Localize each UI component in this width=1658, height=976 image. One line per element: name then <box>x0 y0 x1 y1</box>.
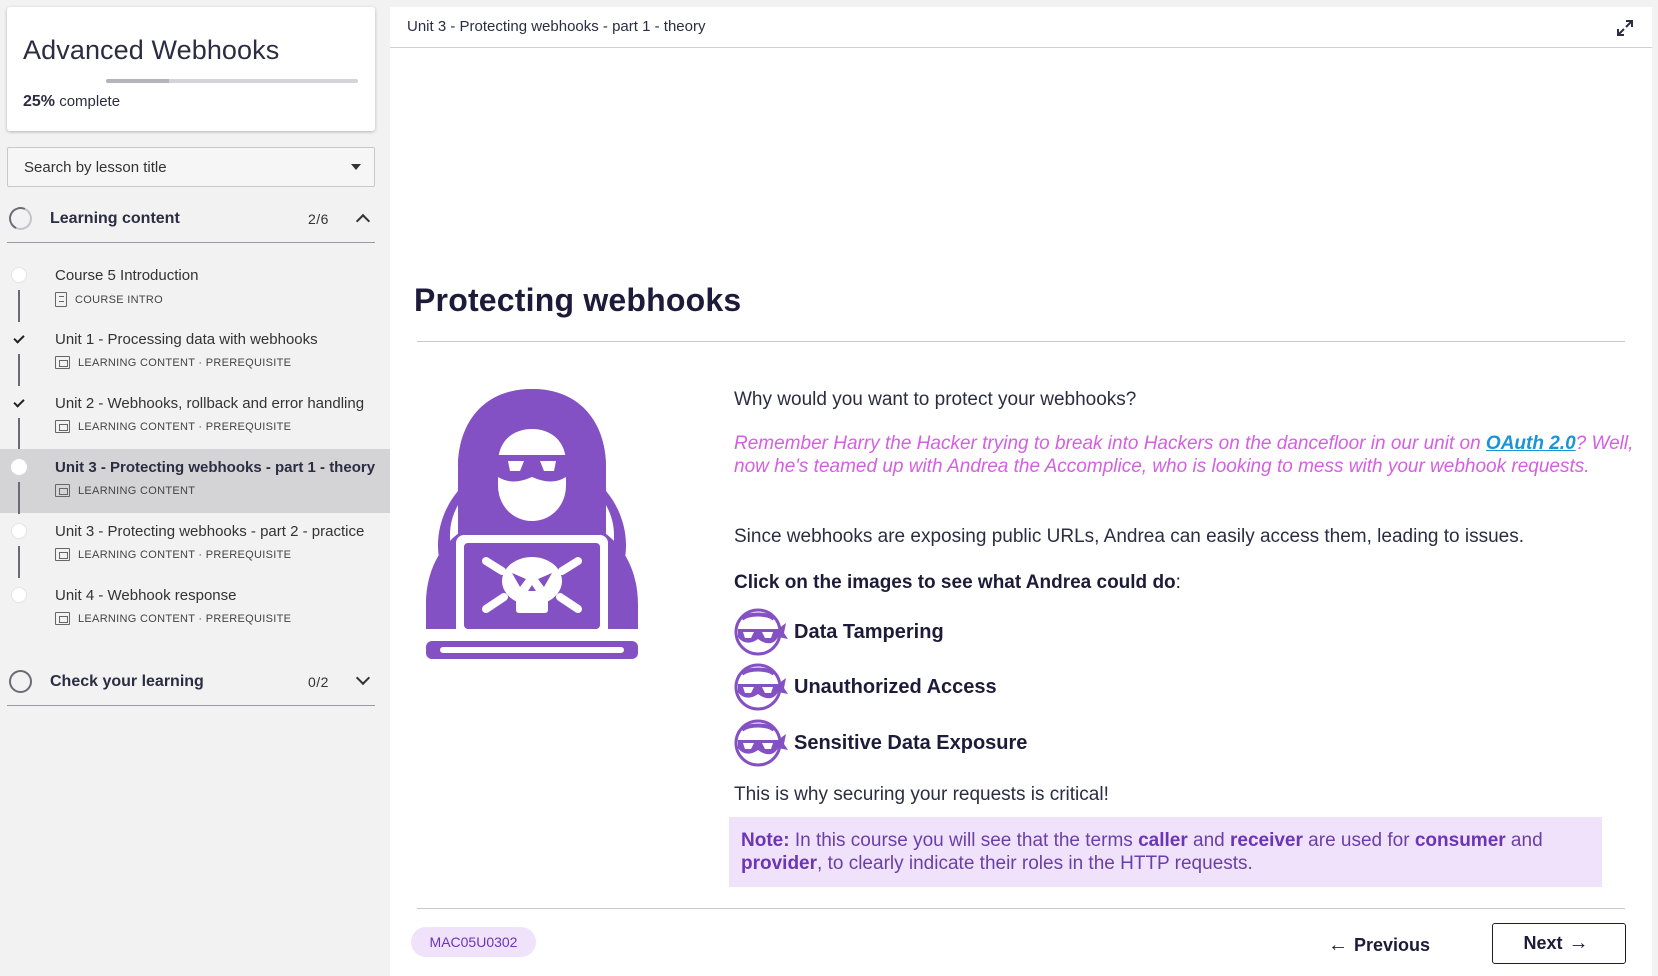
lesson-code-badge: MAC05U0302 <box>411 927 536 957</box>
slides-icon <box>55 356 70 369</box>
slides-icon <box>55 612 70 625</box>
lesson-title: Unit 3 - Protecting webhooks - part 2 - … <box>55 523 365 540</box>
progress-ring-icon <box>9 670 32 693</box>
timeline-connector <box>18 546 20 578</box>
timeline-connector <box>18 290 20 322</box>
conclusion-text: This is why securing your requests is cr… <box>734 784 1109 805</box>
divider <box>417 908 1625 909</box>
timeline-connector <box>18 482 20 514</box>
section-count: 2/6 <box>308 210 329 227</box>
lesson-meta: LEARNING CONTENT · PREREQUISITE <box>55 356 291 369</box>
lesson-title: Unit 4 - Webhook response <box>55 587 237 604</box>
lesson-meta: LEARNING CONTENT · PREREQUISITE <box>55 548 291 561</box>
caret-down-icon <box>351 164 361 170</box>
slides-icon <box>55 420 70 433</box>
expand-icon[interactable] <box>1616 19 1634 37</box>
slides-icon <box>55 548 70 561</box>
threat-label: Sensitive Data Exposure <box>794 731 1028 754</box>
lesson-search-select[interactable]: Search by lesson title <box>7 147 375 187</box>
question-text: Why would you want to protect your webho… <box>734 389 1137 410</box>
chevron-up-icon <box>355 213 371 229</box>
lesson-content-panel: Unit 3 - Protecting webhooks - part 1 - … <box>390 7 1652 976</box>
lesson-item[interactable]: Unit 1 - Processing data with webhooks L… <box>0 321 390 386</box>
lesson-title: Unit 3 - Protecting webhooks - part 1 - … <box>55 459 376 476</box>
lesson-title: Unit 2 - Webhooks, rollback and error ha… <box>55 395 365 412</box>
checkmark-icon <box>11 395 27 411</box>
section-count: 0/2 <box>308 673 329 690</box>
threat-unauthorized-access[interactable]: Unauthorized Access <box>734 662 1034 712</box>
lesson-meta: COURSE INTRO <box>55 292 163 307</box>
lesson-item[interactable]: Unit 2 - Webhooks, rollback and error ha… <box>0 385 390 450</box>
page-title: Protecting webhooks <box>414 282 742 318</box>
section-title: Learning content <box>50 209 180 227</box>
document-icon <box>55 292 67 307</box>
status-dot-icon <box>11 267 27 283</box>
status-dot-icon <box>11 587 27 603</box>
divider <box>417 341 1625 342</box>
next-button[interactable]: Next → <box>1492 923 1626 964</box>
section-learning-content[interactable]: Learning content 2/6 <box>5 195 375 243</box>
lesson-title: Course 5 Introduction <box>55 267 199 284</box>
exposure-text: Since webhooks are exposing public URLs,… <box>734 526 1524 547</box>
masked-thief-icon <box>734 608 788 656</box>
sidebar: Advanced Webhooks 25% complete Search by… <box>0 0 390 976</box>
oauth-link[interactable]: OAuth 2.0 <box>1486 433 1576 454</box>
progress-ring-icon <box>5 203 36 234</box>
lesson-meta: LEARNING CONTENT <box>55 484 195 497</box>
masked-thief-icon <box>734 663 788 711</box>
lesson-item[interactable]: Course 5 Introduction COURSE INTRO <box>0 257 390 322</box>
masked-thief-icon <box>734 719 788 767</box>
course-progress-fill <box>106 79 169 83</box>
previous-button[interactable]: ← Previous <box>1306 925 1446 965</box>
timeline-connector <box>18 354 20 386</box>
lesson-meta: LEARNING CONTENT · PREREQUISITE <box>55 612 291 625</box>
story-text: Remember Harry the Hacker trying to brea… <box>734 433 1634 477</box>
lesson-search-label: Search by lesson title <box>24 158 167 176</box>
course-progress-bar <box>106 79 358 83</box>
threat-sensitive-data-exposure[interactable]: Sensitive Data Exposure <box>734 718 1034 768</box>
slides-icon <box>55 484 70 497</box>
status-dot-icon <box>11 523 27 539</box>
lesson-item-current[interactable]: Unit 3 - Protecting webhooks - part 1 - … <box>0 449 390 514</box>
timeline-connector <box>18 418 20 450</box>
course-title: Advanced Webhooks <box>23 35 280 65</box>
section-check-your-learning[interactable]: Check your learning 0/2 <box>7 658 375 706</box>
hacker-icon[interactable] <box>416 385 648 667</box>
lesson-item[interactable]: Unit 3 - Protecting webhooks - part 2 - … <box>0 513 390 578</box>
threat-label: Data Tampering <box>794 620 944 643</box>
lesson-item[interactable]: Unit 4 - Webhook response LEARNING CONTE… <box>0 577 390 641</box>
threat-data-tampering[interactable]: Data Tampering <box>734 607 1034 657</box>
course-progress-text: 25% complete <box>23 93 121 110</box>
section-title: Check your learning <box>50 672 204 690</box>
arrow-left-icon: ← <box>1327 933 1348 956</box>
chevron-down-icon <box>355 670 371 686</box>
arrow-right-icon: → <box>1568 932 1589 954</box>
lesson-breadcrumb: Unit 3 - Protecting webhooks - part 1 - … <box>407 18 706 35</box>
note-callout: Note: In this course you will see that t… <box>729 817 1602 887</box>
lesson-topbar: Unit 3 - Protecting webhooks - part 1 - … <box>390 7 1652 48</box>
status-dot-icon <box>11 459 27 475</box>
threat-label: Unauthorized Access <box>794 675 997 698</box>
lesson-meta: LEARNING CONTENT · PREREQUISITE <box>55 420 291 433</box>
course-card: Advanced Webhooks 25% complete <box>7 7 375 131</box>
lesson-title: Unit 1 - Processing data with webhooks <box>55 331 318 348</box>
instruction-text: Click on the images to see what Andrea c… <box>734 572 1181 593</box>
checkmark-icon <box>11 331 27 347</box>
